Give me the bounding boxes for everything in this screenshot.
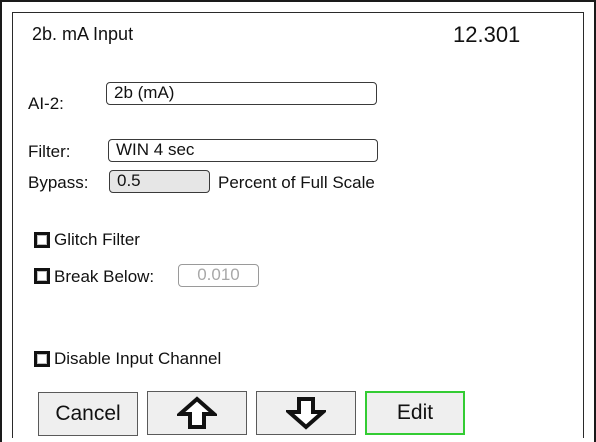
cancel-button[interactable]: Cancel xyxy=(38,392,138,436)
filter-field[interactable]: WIN 4 sec xyxy=(108,139,378,162)
glitch-filter-label: Glitch Filter xyxy=(54,230,140,249)
ai2-label: AI-2: xyxy=(28,94,64,113)
glitch-filter-checkbox[interactable] xyxy=(34,232,50,248)
input-config-panel: 2b. mA Input 12.301 AI-2: 2b (mA) Filter… xyxy=(0,0,596,442)
arrow-up-icon xyxy=(177,396,217,429)
filter-label: Filter: xyxy=(28,142,71,161)
ai2-field[interactable]: 2b (mA) xyxy=(106,82,377,105)
break-below-label: Break Below: xyxy=(54,267,155,286)
panel-frame xyxy=(12,12,584,438)
break-below-checkbox[interactable] xyxy=(34,268,50,284)
bypass-unit-label: Percent of Full Scale xyxy=(218,173,375,192)
disable-input-label: Disable Input Channel xyxy=(54,349,222,368)
edit-button[interactable]: Edit xyxy=(365,391,465,435)
up-button[interactable] xyxy=(147,391,247,435)
live-reading-value: 12.301 xyxy=(453,22,521,47)
arrow-down-icon xyxy=(286,397,326,430)
bypass-label: Bypass: xyxy=(28,173,89,192)
bypass-field[interactable]: 0.5 xyxy=(109,170,210,193)
down-button[interactable] xyxy=(256,391,356,435)
break-below-field: 0.010 xyxy=(178,264,259,287)
page-title: 2b. mA Input xyxy=(32,24,134,44)
disable-input-checkbox[interactable] xyxy=(34,351,50,367)
